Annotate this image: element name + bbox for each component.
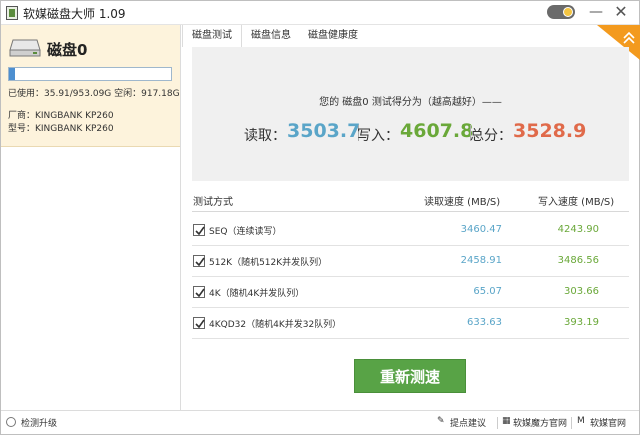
- theme-toggle[interactable]: [547, 5, 575, 19]
- row-label: 512K（随机512K并发队列）: [209, 258, 328, 268]
- retest-button[interactable]: 重新测速: [354, 359, 466, 393]
- app-icon: [6, 6, 18, 20]
- tab-disk-health[interactable]: 磁盘健康度: [300, 25, 366, 47]
- header-write: 写入速度 (MB/S): [538, 197, 615, 208]
- row-read-speed: 3460.47: [460, 224, 502, 235]
- disk-model: 型号：KINGBANK KP260: [8, 124, 114, 134]
- usage-bar-fill: [9, 68, 16, 80]
- table-row: SEQ（连续读写） 3460.47 4243.90: [192, 215, 629, 246]
- checkmark-icon: [195, 226, 205, 236]
- tab-bar: 磁盘测试 磁盘信息 磁盘健康度: [182, 25, 639, 47]
- checkmark-icon: [195, 319, 205, 329]
- row-label: 4KQD32（随机4K并发32队列）: [209, 320, 342, 330]
- header-read: 读取速度 (MB/S): [424, 197, 501, 208]
- header-method: 测试方式: [193, 197, 233, 208]
- row-label: SEQ（连续读写）: [209, 227, 282, 237]
- toggle-knob: [563, 7, 573, 17]
- close-icon: ✕: [614, 2, 628, 21]
- close-button[interactable]: ✕: [611, 3, 631, 21]
- app-window: 软媒磁盘大师 1.09 — ✕ 磁盘0 已使用：35.91/953.09G 空闲…: [0, 0, 640, 435]
- minimize-icon: —: [589, 4, 603, 20]
- table-row: 4K（随机4K并发队列） 65.07 303.66: [192, 277, 629, 308]
- ruanmei-magic-link[interactable]: 软媒魔方官网: [513, 416, 567, 429]
- tab-disk-test[interactable]: 磁盘测试: [182, 25, 242, 47]
- tab-disk-info[interactable]: 磁盘信息: [242, 25, 300, 47]
- row-read-speed: 633.63: [467, 317, 502, 328]
- disk-card[interactable]: 磁盘0 已使用：35.91/953.09G 空闲：917.18GB 厂商：KIN…: [1, 25, 180, 147]
- checkmark-icon: [195, 288, 205, 298]
- row-write-speed: 4243.90: [557, 224, 599, 235]
- status-divider: [571, 417, 572, 429]
- score-row: 读取： 3503.7 写入： 4607.8 总分： 3528.9: [192, 119, 629, 145]
- usage-bar: [8, 67, 172, 81]
- refresh-icon: [6, 417, 16, 427]
- status-divider: [497, 417, 498, 429]
- check-upgrade-link[interactable]: 检测升级: [21, 416, 57, 429]
- ruanmei-logo-icon: ▦: [502, 416, 511, 426]
- row-checkbox[interactable]: [193, 224, 205, 236]
- read-score-label: 读取：: [244, 128, 286, 144]
- row-label: 4K（随机4K并发队列）: [209, 289, 305, 299]
- disk-name: 磁盘0: [47, 41, 88, 59]
- suggest-link[interactable]: 提点建议: [450, 416, 486, 429]
- title-bar: 软媒磁盘大师 1.09 — ✕: [1, 1, 639, 25]
- window-title: 软媒磁盘大师 1.09: [23, 7, 126, 21]
- row-checkbox[interactable]: [193, 286, 205, 298]
- score-title: 您的 磁盘0 测试得分为（越高越好）——: [319, 97, 502, 108]
- disk-vendor: 厂商：KINGBANK KP260: [8, 111, 114, 121]
- write-score-label: 写入：: [357, 128, 399, 144]
- row-checkbox[interactable]: [193, 255, 205, 267]
- total-score-value: 3528.9: [513, 120, 587, 142]
- usage-text: 已使用：35.91/953.09G 空闲：917.18GB: [8, 89, 180, 99]
- table-row: 512K（随机512K并发队列） 2458.91 3486.56: [192, 246, 629, 277]
- ruanmei-logo-icon: M: [577, 416, 585, 426]
- row-checkbox[interactable]: [193, 317, 205, 329]
- hdd-icon: [9, 39, 41, 57]
- row-read-speed: 65.07: [473, 286, 502, 297]
- total-score-label: 总分：: [470, 128, 512, 144]
- row-write-speed: 303.66: [564, 286, 599, 297]
- pen-icon: ✎: [437, 416, 445, 426]
- row-write-speed: 393.19: [564, 317, 599, 328]
- table-row: 4KQD32（随机4K并发32队列） 633.63 393.19: [192, 308, 629, 339]
- checkmark-icon: [195, 257, 205, 267]
- table-header: 测试方式 读取速度 (MB/S) 写入速度 (MB/S): [192, 188, 629, 212]
- ruanmei-site-link[interactable]: 软媒官网: [590, 416, 626, 429]
- minimize-button[interactable]: —: [586, 3, 606, 21]
- row-write-speed: 3486.56: [557, 255, 599, 266]
- score-panel: 您的 磁盘0 测试得分为（越高越好）—— 读取： 3503.7 写入： 4607…: [192, 47, 629, 181]
- read-score-value: 3503.7: [287, 120, 361, 142]
- row-read-speed: 2458.91: [460, 255, 502, 266]
- disk-list-panel: 磁盘0 已使用：35.91/953.09G 空闲：917.18GB 厂商：KIN…: [1, 25, 181, 410]
- write-score-value: 4607.8: [400, 120, 474, 142]
- status-bar: 检测升级 ✎ 提点建议 ▦ 软媒魔方官网 M 软媒官网: [1, 410, 639, 434]
